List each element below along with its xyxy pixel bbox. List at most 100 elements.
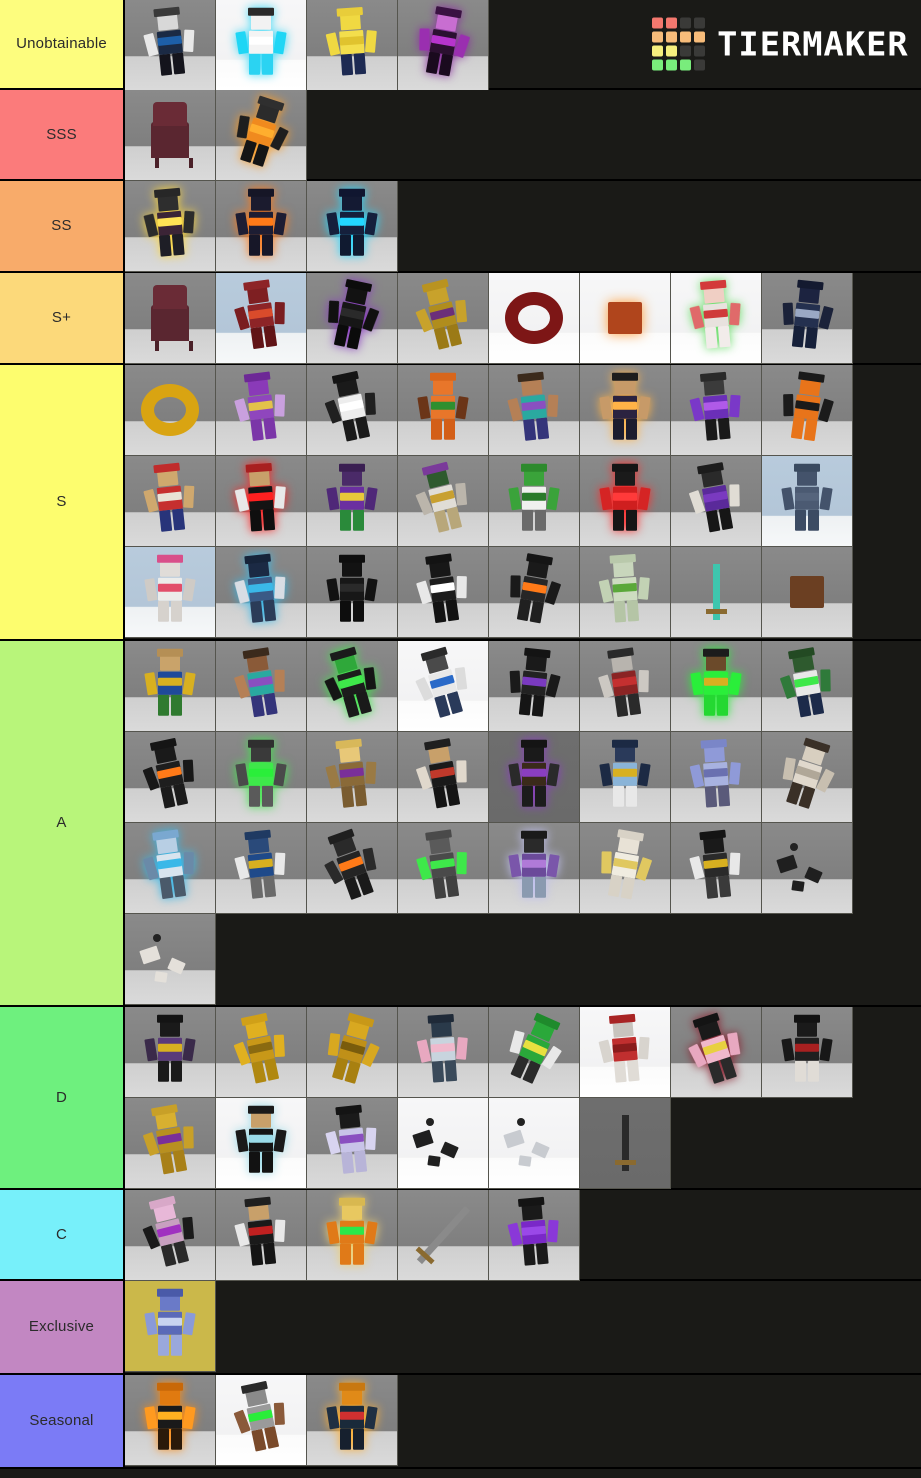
tier-item-diamond-sword[interactable] [671,547,762,638]
tier-item-black-diamond-2[interactable] [398,547,489,638]
tier-item-steve-avatar[interactable] [489,365,580,456]
tier-item-pink-bat-avatar[interactable] [671,1007,762,1098]
tier-item-pumpkin-knight[interactable] [307,1375,398,1466]
tier-item-katana-item[interactable] [580,1098,671,1189]
tier-item-crimson-knight[interactable] [216,273,307,364]
tier-item-green-creeper[interactable] [307,641,398,732]
tier-item-purple-patterned[interactable] [216,365,307,456]
tier-item-checker-tophat[interactable] [398,732,489,823]
tier-item-shadow-silhouette[interactable] [762,456,853,547]
tier-items-dropzone[interactable] [125,1007,921,1189]
tier-item-orange-creature[interactable] [398,365,489,456]
tier-item-black-jacket-man[interactable] [489,641,580,732]
tier-item-orange-diamond[interactable] [762,365,853,456]
tier-item-wooden-crate[interactable] [762,547,853,638]
tier-item-green-circuit[interactable] [398,823,489,914]
tier-item-lavender-knight[interactable] [671,732,762,823]
tier-item-blue-stripe-suit[interactable] [398,641,489,732]
tier-item-orange-shards[interactable] [762,823,853,914]
tier-item-small-warrior[interactable] [398,456,489,547]
tier-item-orange-outline[interactable] [216,181,307,272]
tier-item-purple-gold-hero[interactable] [125,1007,216,1098]
tier-label-seasonal[interactable]: Seasonal [0,1375,125,1467]
tier-item-purple-hero[interactable] [489,823,580,914]
tier-item-ice-neon-avatar[interactable] [216,547,307,638]
tier-item-orange-black-bits[interactable] [398,1098,489,1189]
tier-item-gold-statue-2[interactable] [307,1007,398,1098]
tier-item-orange-black-hero[interactable] [489,547,580,638]
tier-item-yellow-striped[interactable] [307,0,398,91]
tier-item-purple-samurai[interactable] [307,456,398,547]
tier-label-exclusive[interactable]: Exclusive [0,1281,125,1373]
tier-item-navy-helmet[interactable] [762,273,853,364]
tier-items-dropzone[interactable] [125,90,921,181]
tier-label-ss[interactable]: SS [0,181,125,271]
tier-item-red-book-carrier[interactable] [125,456,216,547]
tier-item-blue-stripe-robe[interactable] [580,732,671,823]
tier-item-purple-shade[interactable] [489,732,580,823]
tier-item-black-samurai[interactable] [762,1007,853,1098]
tier-item-purple-tophat-c[interactable] [489,1190,580,1281]
tier-item-red-diamond-robe[interactable] [580,1007,671,1098]
tier-item-white-cyan-neon[interactable] [216,0,307,91]
tier-item-red-bandit[interactable] [580,641,671,732]
tier-item-orange-tech-suit[interactable] [307,823,398,914]
tier-items-dropzone[interactable] [125,273,921,364]
tiermaker-logo[interactable]: TIERMAKER [652,17,908,71]
tier-item-fire-glow-avatar[interactable] [216,90,307,181]
tier-item-tophat-axeman[interactable] [671,456,762,547]
tier-item-golden-king[interactable] [307,732,398,823]
tier-item-black-white-suit[interactable] [307,365,398,456]
tier-label-s[interactable]: S [0,365,125,639]
tier-item-red-chair-item-2[interactable] [125,273,216,364]
tier-item-ice-blue-warrior[interactable] [125,823,216,914]
tier-item-black-shadow-1[interactable] [307,547,398,638]
tier-label-d[interactable]: D [0,1007,125,1188]
tier-item-gold-armored[interactable] [398,273,489,364]
tier-item-green-hulk[interactable] [489,456,580,547]
tier-item-red-aura-avatar[interactable] [580,456,671,547]
tier-item-pink-diamond-suit[interactable] [125,547,216,638]
tier-item-minecraft-steve[interactable] [216,641,307,732]
tier-item-purple-tophat[interactable] [671,365,762,456]
tier-items-dropzone[interactable] [125,1190,921,1281]
tier-item-glowing-jar[interactable] [580,273,671,364]
tier-label-c[interactable]: C [0,1190,125,1279]
tier-item-orange-monk[interactable] [307,1190,398,1281]
tier-item-blue-scroll-mage[interactable] [216,823,307,914]
tier-item-red-chair-item[interactable] [125,90,216,181]
tier-item-gold-armor-small[interactable] [125,1098,216,1189]
tier-label-a[interactable]: A [0,641,125,1005]
tier-item-green-heart-suit[interactable] [762,641,853,732]
tier-item-book-holder-blue[interactable] [125,0,216,91]
tier-item-blue-bat-exclusive[interactable] [125,1281,216,1372]
tier-items-dropzone[interactable] [125,641,921,1005]
tier-item-pink-silver-robot[interactable] [398,1007,489,1098]
tier-item-blue-gold-noob[interactable] [125,641,216,732]
tier-label-unobtainable[interactable]: Unobtainable [0,0,125,88]
tier-item-red-glow-book[interactable] [216,456,307,547]
tier-item-lavender-spiky[interactable] [307,1098,398,1189]
tier-item-orange-splatter[interactable] [125,732,216,823]
tier-item-pink-cat-avatar[interactable] [125,1190,216,1281]
tier-item-long-katana[interactable] [398,1190,489,1281]
tier-label-sss[interactable]: SSS [0,90,125,179]
tier-item-pumpkin-fire-avatar[interactable] [125,1375,216,1466]
tier-items-dropzone[interactable] [125,1281,921,1373]
tier-item-tophat-duelist[interactable] [580,365,671,456]
tier-item-clown-rainbow[interactable] [671,273,762,364]
tier-item-white-red-shards[interactable] [125,914,216,1005]
tier-item-gold-neon-hero[interactable] [125,181,216,272]
tier-item-red-white-bits[interactable] [489,1098,580,1189]
tier-items-dropzone[interactable] [125,181,921,272]
tier-item-beige-scattered[interactable] [762,732,853,823]
tier-label-s-[interactable]: S+ [0,273,125,363]
tier-item-gold-ring-item[interactable] [125,365,216,456]
tier-item-green-glow-robot[interactable] [216,732,307,823]
tier-item-black-void-avatar[interactable] [307,273,398,364]
tier-items-dropzone[interactable] [125,365,921,639]
tier-item-red-ring-item[interactable] [489,273,580,364]
tier-item-green-white-small[interactable] [489,1007,580,1098]
tier-item-gold-white-robe[interactable] [580,823,671,914]
tier-item-text-print-suit[interactable] [216,1190,307,1281]
